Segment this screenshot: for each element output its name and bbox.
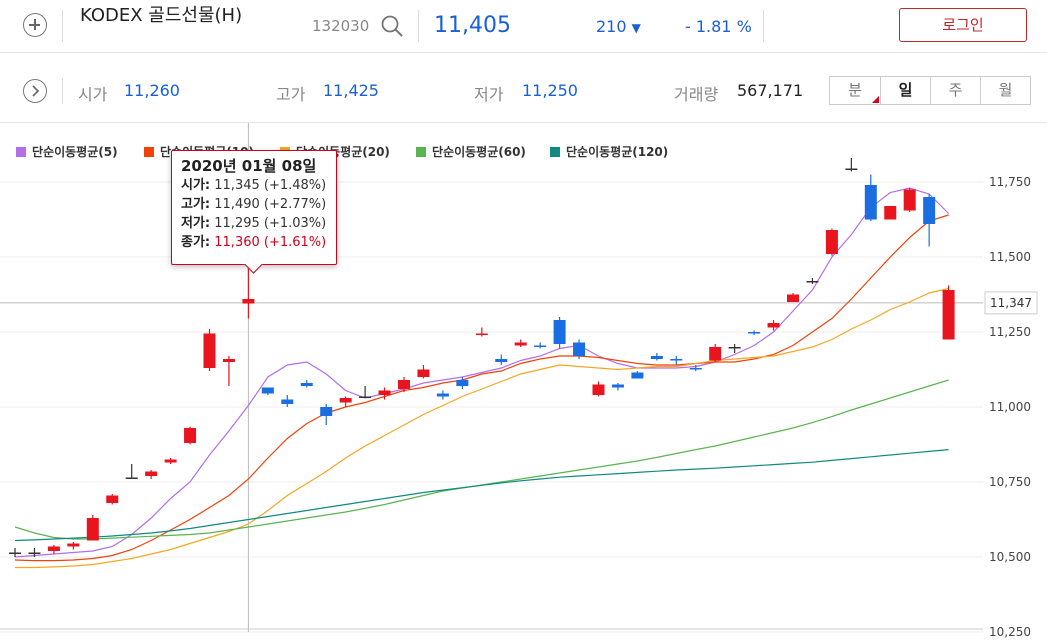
candle-body [339, 398, 352, 403]
y-tick-label: 11,000 [989, 400, 1031, 414]
candle-body [592, 384, 605, 395]
candle-body [903, 189, 916, 211]
y-tick-label: 11,250 [989, 325, 1031, 339]
divider [418, 10, 419, 42]
search-icon[interactable] [380, 14, 404, 38]
volume-label: 거래량 [674, 85, 719, 104]
candle-body [864, 185, 877, 220]
tooltip-date: 2020년 01월 08일 [181, 157, 317, 175]
candle-tooltip: 2020년 01월 08일 시가: 11,345 (+1.48%) 고가: 11… [171, 150, 337, 265]
candle-body [47, 546, 60, 551]
current-price: 11,405 [434, 13, 511, 38]
tooltip-high: 고가: 11,490 (+2.77%) [181, 197, 327, 212]
candle-body [86, 518, 99, 541]
ma-line [14, 214, 949, 562]
ma-line [14, 187, 950, 558]
candle-body [650, 356, 663, 359]
tab-day[interactable]: 일 [880, 77, 930, 104]
candle-body [689, 368, 702, 370]
candle-body [631, 372, 644, 379]
stock-name: KODEX 골드선물(H) [80, 5, 243, 26]
low-label: 저가 [474, 85, 504, 104]
candle-body [748, 332, 761, 334]
candle-body [320, 407, 333, 416]
ma-line [14, 379, 949, 540]
add-plus-icon[interactable] [23, 13, 47, 37]
candle-body [203, 333, 216, 368]
candle-body [125, 477, 138, 479]
y-tick-label: 11,500 [989, 250, 1031, 264]
candle-body [709, 347, 722, 361]
open-value: 11,260 [124, 81, 180, 100]
y-tick-label: 10,750 [989, 475, 1031, 489]
down-triangle-icon: ▼ [631, 21, 641, 35]
candle-body [806, 281, 819, 283]
candle-body [670, 359, 683, 361]
candle-body [281, 399, 294, 404]
login-button[interactable]: 로그인 [899, 8, 1027, 42]
y-tick-label: 11,750 [989, 175, 1031, 189]
ma-line [14, 449, 949, 542]
divider [763, 10, 764, 42]
y-tick-label: 10,500 [989, 550, 1031, 564]
header-bar: KODEX 골드선물(H) 132030 11,405 210 ▼ - 1.81… [0, 0, 1047, 53]
candle-body [242, 299, 255, 304]
period-tabs: 분 일 주 월 [829, 76, 1031, 105]
candle-body [164, 459, 177, 463]
candle-body [261, 387, 274, 394]
price-change-pct: - 1.81 % [685, 17, 752, 36]
candle-body [534, 345, 547, 347]
candle-body [28, 552, 41, 554]
candle-body [553, 320, 566, 344]
stock-code: 132030 [312, 17, 370, 35]
candle-body [845, 168, 858, 170]
candle-body [222, 359, 235, 362]
dropdown-corner-icon [872, 96, 879, 103]
candle-body [787, 294, 799, 302]
y-tick-label: 10,250 [989, 625, 1031, 639]
candle-body [611, 384, 624, 388]
tooltip-low: 저가: 11,295 (+1.03%) [181, 216, 327, 231]
candle-body [825, 230, 838, 254]
candle-body [495, 359, 508, 362]
crosshair-value: 11,347 [990, 296, 1032, 310]
candle-body [923, 197, 936, 224]
candle-body [9, 552, 21, 554]
candle-body [767, 323, 780, 328]
divider [62, 78, 63, 104]
candle-body [67, 543, 80, 547]
candle-body [884, 206, 897, 220]
candle-body [456, 380, 469, 386]
tab-month[interactable]: 월 [980, 77, 1030, 104]
tooltip-close: 종가: 11,360 (+1.61%) [181, 235, 327, 250]
candle-body [184, 428, 197, 443]
candle-body [728, 347, 741, 349]
candle-body [475, 333, 488, 335]
chevron-right-icon[interactable] [23, 79, 47, 103]
candle-body [359, 396, 372, 398]
candle-body [378, 390, 391, 395]
candle-body [436, 393, 449, 397]
candle-body [417, 369, 430, 377]
price-change: 210 ▼ [596, 17, 641, 36]
candle-body [398, 380, 410, 389]
volume-value: 567,171 [737, 81, 804, 100]
high-value: 11,425 [323, 81, 379, 100]
tooltip-open: 시가: 11,345 (+1.48%) [181, 178, 327, 193]
candle-body [942, 290, 955, 340]
candle-body [514, 342, 527, 346]
open-label: 시가 [78, 85, 108, 104]
low-value: 11,250 [522, 81, 578, 100]
candle-body [106, 495, 119, 503]
tab-minute[interactable]: 분 [830, 77, 880, 104]
high-label: 고가 [276, 85, 306, 104]
summary-bar: 시가 11,260 고가 11,425 저가 11,250 거래량 567,17… [0, 60, 1047, 123]
candle-body [573, 342, 586, 356]
candlestick-chart[interactable]: 10,250 10,500 10,750 11,000 11,250 11,500 11,7… [0, 123, 1047, 643]
divider [62, 10, 63, 42]
candle-body [300, 383, 313, 386]
tab-week[interactable]: 주 [930, 77, 980, 104]
candle-body [145, 471, 158, 476]
